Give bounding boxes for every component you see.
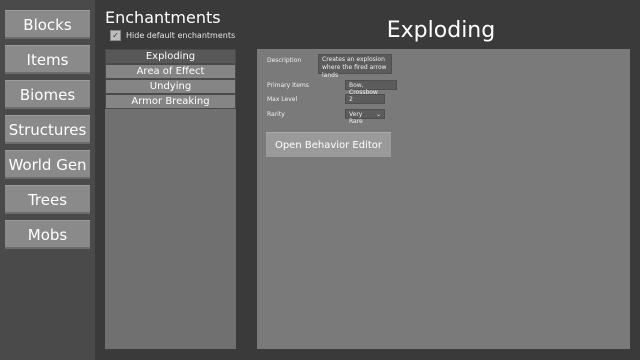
nav-blocks-button[interactable]: Blocks [5,10,90,39]
nav-world-gen-button[interactable]: World Gen [5,150,90,179]
description-field[interactable]: Creates an explosion where the fired arr… [318,54,392,79]
primary-items-label: Primary Items [267,82,309,89]
nav-biomes-button[interactable]: Biomes [5,80,90,109]
enchantment-list: Exploding Area of Effect Undying Armor B… [105,49,236,349]
max-level-field[interactable]: 2 [345,94,385,104]
rarity-dropdown[interactable]: Very Rare ⌄ [345,109,385,125]
rarity-label: Rarity [267,111,285,118]
hide-default-checkbox[interactable]: ✓ [110,30,121,41]
check-icon: ✓ [112,31,119,40]
nav-mobs-button[interactable]: Mobs [5,220,90,249]
rarity-value: Very Rare [349,111,363,125]
hide-default-toggle[interactable]: ✓ Hide default enchantments [110,30,235,41]
list-item-undying[interactable]: Undying [105,79,236,94]
primary-items-field[interactable]: Bow, Crossbow [345,80,397,96]
detail-panel [257,49,630,349]
max-level-label: Max Level [267,96,298,103]
list-item-exploding[interactable]: Exploding [105,49,236,64]
nav-structures-button[interactable]: Structures [5,115,90,144]
category-sidebar: Blocks Items Biomes Structures World Gen… [0,0,95,360]
list-item-area-of-effect[interactable]: Area of Effect [105,64,236,79]
nav-items-button[interactable]: Items [5,45,90,74]
section-heading: Enchantments [105,8,221,27]
list-item-armor-breaking[interactable]: Armor Breaking [105,94,236,109]
page-title: Exploding [386,18,496,43]
chevron-down-icon: ⌄ [375,111,381,118]
open-behavior-editor-button[interactable]: Open Behavior Editor [266,132,391,159]
hide-default-label: Hide default enchantments [126,31,236,40]
nav-trees-button[interactable]: Trees [5,185,90,214]
description-label: Description [267,57,302,64]
